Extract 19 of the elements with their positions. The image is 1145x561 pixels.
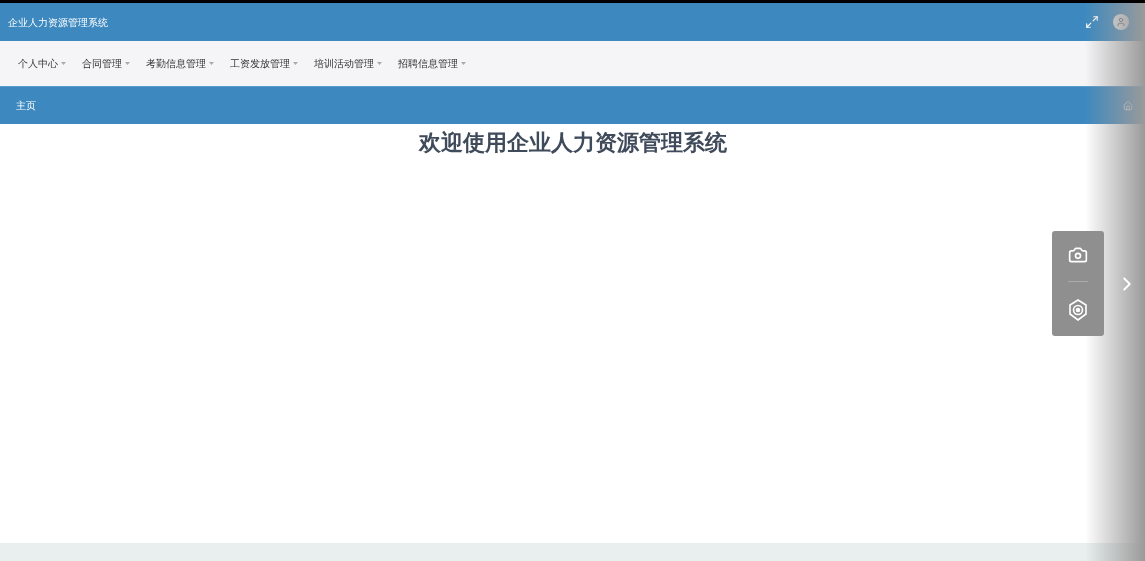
- menu-item[interactable]: 招聘信息管理: [398, 56, 466, 71]
- camera-icon[interactable]: [1068, 245, 1088, 265]
- caret-icon: [209, 62, 214, 65]
- menu-item[interactable]: 个人中心: [18, 56, 66, 71]
- user-avatar-icon[interactable]: [1113, 14, 1129, 30]
- caret-icon: [61, 62, 66, 65]
- app-title: 企业人力资源管理系统: [8, 15, 108, 30]
- caret-icon: [377, 62, 382, 65]
- caret-icon: [125, 62, 130, 65]
- welcome-heading: 欢迎使用企业人力资源管理系统: [418, 129, 727, 157]
- fullscreen-icon[interactable]: [1085, 15, 1099, 29]
- menu-item[interactable]: 考勤信息管理: [146, 56, 214, 71]
- breadcrumb-link[interactable]: 主页: [16, 98, 36, 113]
- menu-item[interactable]: 培训活动管理: [314, 56, 382, 71]
- menu-item[interactable]: 合同管理: [82, 56, 130, 71]
- caret-icon: [461, 62, 466, 65]
- menu-item[interactable]: 工资发放管理: [230, 56, 298, 71]
- caret-icon: [293, 62, 298, 65]
- target-icon[interactable]: [1067, 298, 1089, 322]
